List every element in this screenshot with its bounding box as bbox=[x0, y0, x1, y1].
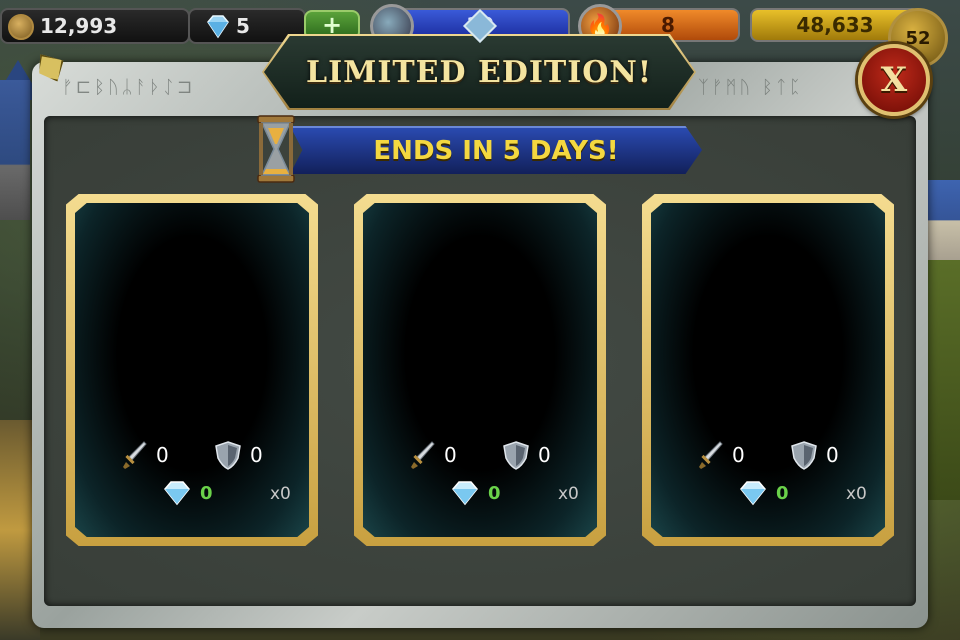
shield-icon bbox=[503, 441, 529, 470]
diamond-icon bbox=[452, 481, 478, 506]
diamond-icon bbox=[740, 481, 766, 506]
diamond-icon bbox=[207, 15, 229, 39]
close-button[interactable]: X bbox=[858, 44, 930, 116]
tower bbox=[0, 80, 30, 220]
multiplier: x0 bbox=[270, 484, 291, 504]
close-icon: X bbox=[880, 60, 908, 100]
shield-icon bbox=[215, 441, 241, 470]
coin-icon bbox=[8, 14, 34, 40]
gem-value: 0 bbox=[200, 482, 213, 504]
attack-value: 0 bbox=[156, 443, 169, 467]
multiplier: x0 bbox=[846, 484, 867, 504]
attack-stat: 0 bbox=[122, 440, 169, 470]
stamina-value: 8 bbox=[661, 13, 675, 37]
gem-stat: 0 bbox=[162, 480, 213, 506]
defense-value: 0 bbox=[250, 443, 263, 467]
gem-stat: 0 bbox=[738, 480, 789, 506]
offer-card[interactable]: 0 0 0 x0 bbox=[66, 194, 318, 546]
attack-stat: 0 bbox=[698, 440, 745, 470]
coins-value: 12,993 bbox=[40, 14, 118, 38]
gem-stat: 0 bbox=[450, 480, 501, 506]
rune-inscription-right: ᛉᚠᛗᚢ ᛒᛏᛈ bbox=[698, 76, 804, 98]
sword-icon bbox=[123, 441, 147, 469]
gold-value: 48,633 bbox=[796, 13, 874, 37]
hourglass-icon bbox=[257, 115, 295, 183]
sword-icon bbox=[699, 441, 723, 469]
panel-title: LIMITED EDITION! bbox=[305, 54, 652, 90]
defense-value: 0 bbox=[538, 443, 551, 467]
level-value: 52 bbox=[905, 27, 931, 49]
defense-stat: 0 bbox=[790, 440, 839, 470]
defense-stat: 0 bbox=[214, 440, 263, 470]
title-banner: LIMITED EDITION! bbox=[264, 36, 694, 108]
rune-inscription-left: ᚠ⊏ᛒᚢᛦᚨᚦᛇ⊐ bbox=[62, 76, 196, 98]
attack-value: 0 bbox=[732, 443, 745, 467]
multiplier: x0 bbox=[558, 484, 579, 504]
sword-icon bbox=[411, 441, 435, 469]
defense-value: 0 bbox=[826, 443, 839, 467]
offer-card[interactable]: 0 0 0 x0 bbox=[354, 194, 606, 546]
attack-value: 0 bbox=[444, 443, 457, 467]
countdown-text: ENDS IN 5 DAYS! bbox=[373, 136, 619, 166]
diamond-icon bbox=[164, 481, 190, 506]
gem-value: 0 bbox=[776, 482, 789, 504]
gem-value: 0 bbox=[488, 482, 501, 504]
coins-counter: 12,993 bbox=[0, 8, 190, 44]
gems-value: 5 bbox=[236, 14, 250, 38]
defense-stat: 0 bbox=[502, 440, 551, 470]
offer-card[interactable]: 0 0 0 x0 bbox=[642, 194, 894, 546]
shield-icon bbox=[791, 441, 817, 470]
countdown-ribbon: ENDS IN 5 DAYS! bbox=[290, 126, 702, 174]
attack-stat: 0 bbox=[410, 440, 457, 470]
